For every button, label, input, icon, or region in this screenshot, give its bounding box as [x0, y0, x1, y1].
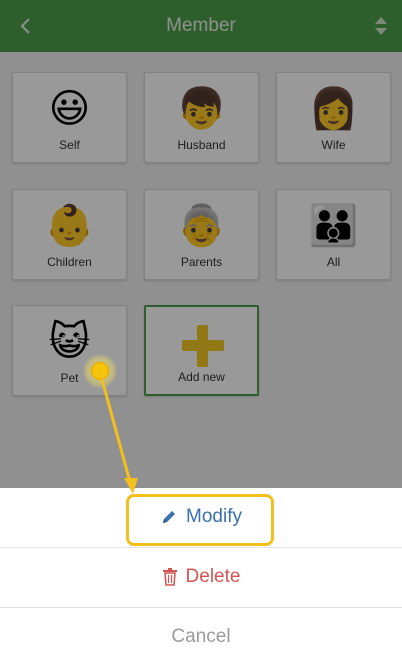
- trash-icon: [162, 568, 177, 586]
- cancel-label: Cancel: [171, 626, 231, 647]
- delete-label: Delete: [185, 566, 241, 587]
- touch-point: [91, 362, 109, 380]
- delete-button[interactable]: Delete: [0, 548, 402, 606]
- modal-overlay[interactable]: [0, 0, 402, 488]
- modify-highlight-box: [126, 494, 274, 546]
- cancel-button[interactable]: Cancel: [0, 608, 402, 664]
